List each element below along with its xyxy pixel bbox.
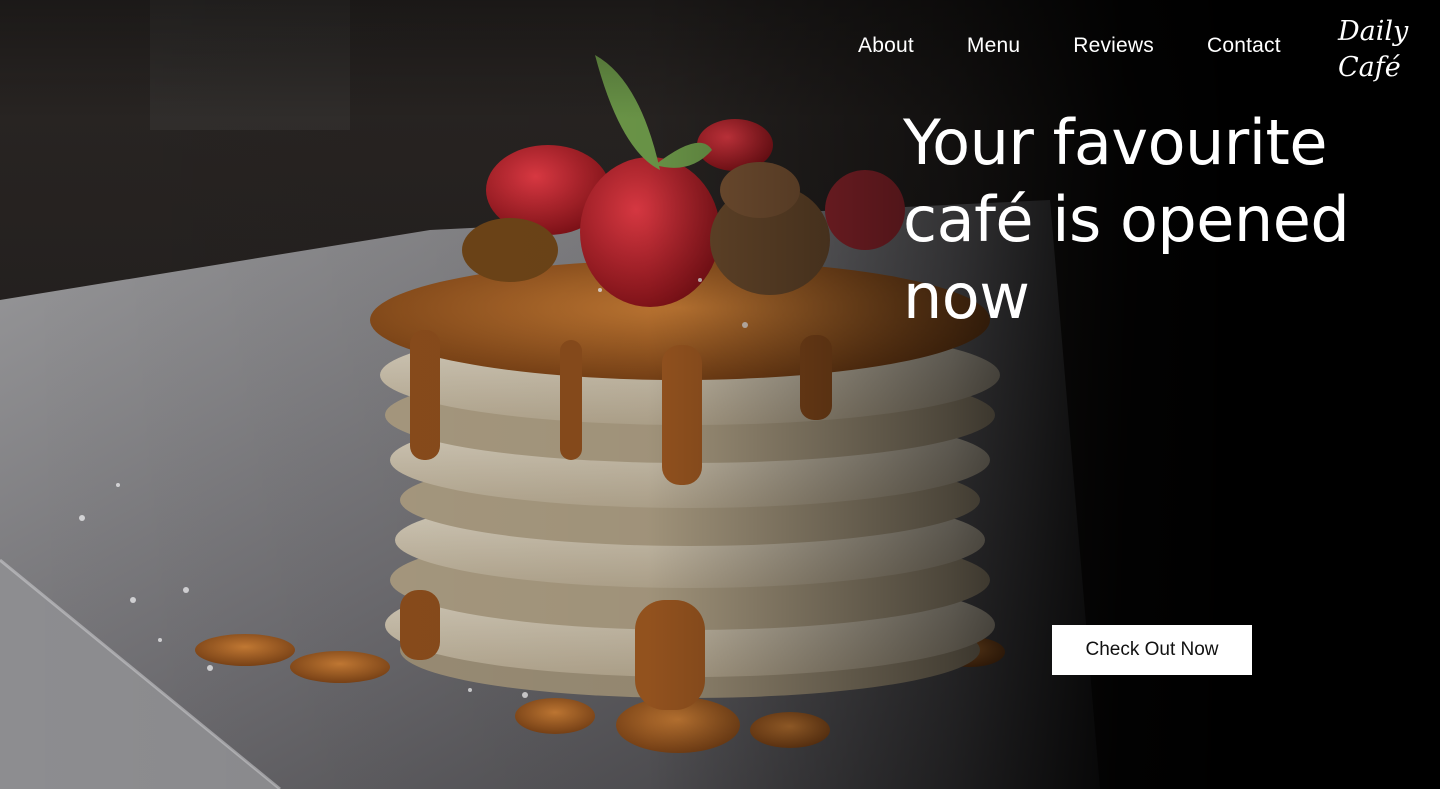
check-out-now-button[interactable]: Check Out Now [1052, 625, 1252, 675]
hero-headline: Your favourite café is opened now [903, 106, 1350, 333]
logo-line-2: Café [1338, 52, 1401, 83]
nav-link-menu[interactable]: Menu [967, 34, 1020, 58]
nav-link-reviews[interactable]: Reviews [1073, 34, 1154, 58]
brand-logo[interactable]: Daily Café [1338, 14, 1418, 86]
nav-link-contact[interactable]: Contact [1207, 34, 1281, 58]
logo-line-1: Daily [1338, 16, 1409, 47]
main-nav: About Menu Reviews Contact [858, 34, 1281, 58]
hero-section: About Menu Reviews Contact Daily Café Yo… [0, 0, 1440, 789]
nav-link-about[interactable]: About [858, 34, 914, 58]
